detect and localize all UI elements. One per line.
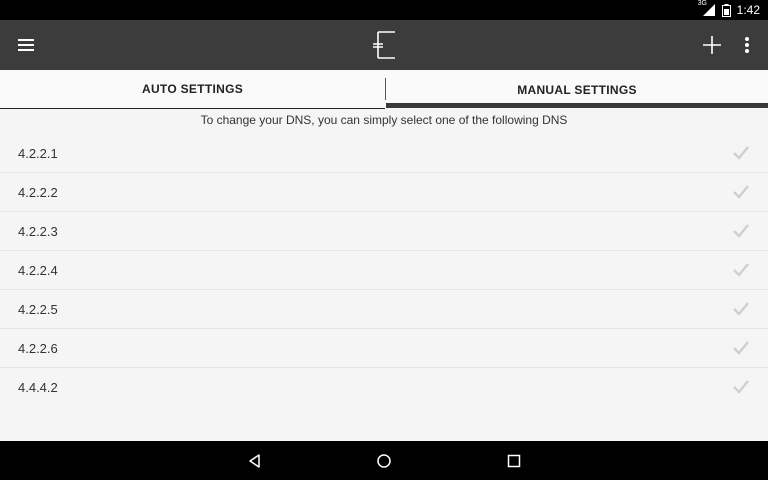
tab-auto-settings[interactable]: AUTO SETTINGS <box>0 70 385 109</box>
dns-address: 4.4.4.2 <box>18 380 58 395</box>
app-logo-icon <box>369 29 399 61</box>
dns-address: 4.2.2.2 <box>18 185 58 200</box>
check-icon <box>732 378 750 396</box>
description-text: To change your DNS, you can simply selec… <box>200 113 568 127</box>
menu-icon[interactable] <box>14 33 38 57</box>
clock: 1:42 <box>736 3 760 17</box>
dns-address: 4.2.2.3 <box>18 224 58 239</box>
dns-list: 4.2.2.1 4.2.2.2 4.2.2.3 4.2.2.4 4.2.2.5 … <box>0 134 768 407</box>
tab-label: MANUAL SETTINGS <box>517 82 637 97</box>
check-icon <box>732 222 750 240</box>
battery-icon <box>721 3 731 17</box>
dns-list-item[interactable]: 4.2.2.6 <box>0 329 768 368</box>
dns-list-item[interactable]: 4.2.2.1 <box>0 134 768 173</box>
add-icon[interactable] <box>700 33 724 57</box>
recents-icon[interactable] <box>504 451 524 471</box>
dns-list-item[interactable]: 4.2.2.3 <box>0 212 768 251</box>
dns-list-item[interactable]: 4.2.2.4 <box>0 251 768 290</box>
check-icon <box>732 183 750 201</box>
dns-address: 4.2.2.6 <box>18 341 58 356</box>
status-bar: 3G 1:42 <box>0 0 768 20</box>
dns-address: 4.2.2.1 <box>18 146 58 161</box>
dns-address: 4.2.2.4 <box>18 263 58 278</box>
check-icon <box>732 144 750 162</box>
dns-address: 4.2.2.5 <box>18 302 58 317</box>
check-icon <box>732 339 750 357</box>
status-indicators: 3G 1:42 <box>698 0 760 20</box>
dns-list-item[interactable]: 4.2.2.2 <box>0 173 768 212</box>
tab-label: AUTO SETTINGS <box>141 82 244 96</box>
more-vert-icon[interactable] <box>738 33 756 57</box>
app-bar <box>0 20 768 70</box>
navigation-bar <box>0 441 768 480</box>
dns-list-item[interactable]: 4.2.2.5 <box>0 290 768 329</box>
home-icon[interactable] <box>374 451 394 471</box>
dns-list-item[interactable]: 4.4.4.2 <box>0 368 768 407</box>
back-icon[interactable] <box>245 451 265 471</box>
signal-3g-icon: 3G <box>698 0 716 17</box>
check-icon <box>732 261 750 279</box>
network-type: 3G <box>697 0 707 7</box>
check-icon <box>732 300 750 318</box>
selected-tab-indicator <box>386 103 768 108</box>
